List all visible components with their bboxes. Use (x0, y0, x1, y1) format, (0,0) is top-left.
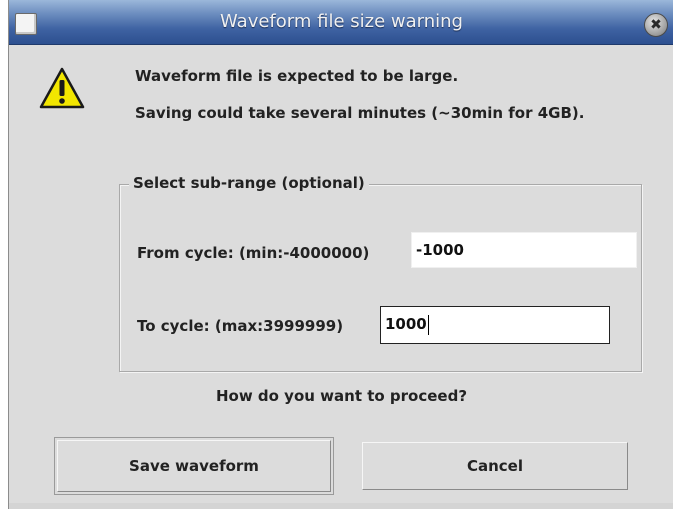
text-caret (427, 314, 429, 335)
from-cycle-label: From cycle: (min:-4000000) (137, 244, 370, 262)
cancel-button[interactable]: Cancel (362, 442, 628, 490)
window-title: Waveform file size warning (220, 11, 463, 32)
message-line-2: Saving could take several minutes (~30mi… (135, 104, 585, 122)
to-cycle-label: To cycle: (max:3999999) (137, 317, 344, 335)
dialog-window: Waveform file size warning ✖ Waveform fi… (8, 0, 673, 509)
to-cycle-value: 1000 (385, 315, 427, 333)
from-cycle-input[interactable]: -1000 (411, 232, 637, 268)
proceed-question: How do you want to proceed? (215, 387, 468, 405)
from-cycle-value: -1000 (416, 241, 464, 259)
message-line-1: Waveform file is expected to be large. (135, 67, 459, 85)
to-cycle-input[interactable]: 1000 (380, 306, 610, 344)
save-waveform-button[interactable]: Save waveform (57, 440, 331, 492)
sub-range-legend: Select sub-range (optional) (129, 174, 369, 192)
title-bar[interactable]: Waveform file size warning ✖ (9, 0, 673, 45)
window-bottom-edge (9, 503, 673, 509)
close-button[interactable]: ✖ (644, 13, 668, 37)
warning-icon (39, 67, 85, 109)
